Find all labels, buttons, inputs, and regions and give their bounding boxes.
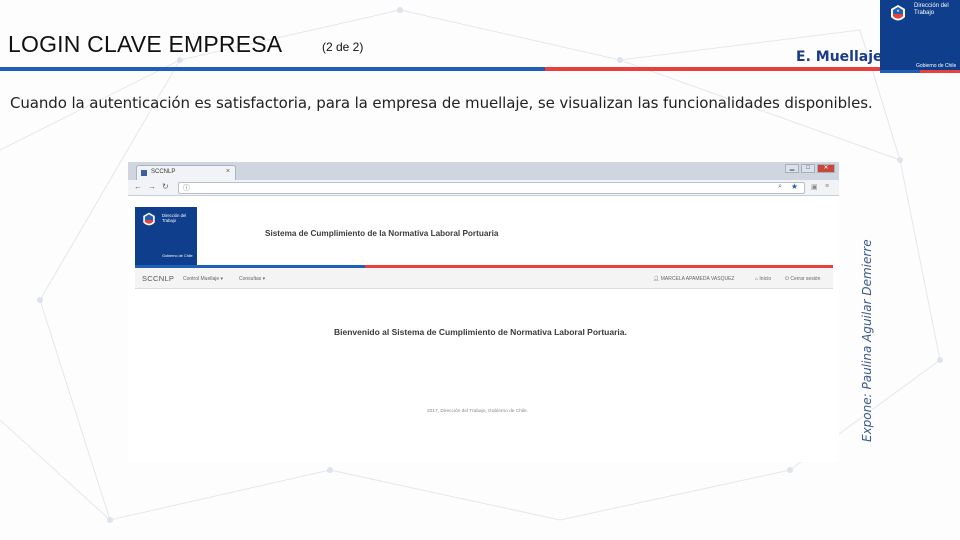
back-icon[interactable]: ← <box>134 182 142 191</box>
direccion-trabajo-logo: Dirección del Trabajo Gobierno de Chile <box>880 0 960 73</box>
star-icon[interactable]: ★ <box>791 182 798 191</box>
minimize-button[interactable]: ▁ <box>785 164 799 173</box>
underline-blue <box>0 67 545 71</box>
site-logo: Dirección del Trabajo Gobierno de Chile <box>135 207 197 265</box>
info-icon[interactable]: ⓘ <box>183 183 190 193</box>
close-window-button[interactable]: ✕ <box>817 164 835 173</box>
menu-icon[interactable]: ≡ <box>825 183 829 190</box>
browser-titlebar: SCCNLP × ▁ □ ✕ <box>128 162 839 180</box>
menu-control-muellaje[interactable]: Control Muellaje ▾ <box>183 276 223 282</box>
tab-title: SCCNLP <box>151 169 176 175</box>
reload-icon[interactable]: ↻ <box>162 182 169 191</box>
tab-close-icon[interactable]: × <box>226 168 230 175</box>
logout-label: Cerrar sesión <box>790 276 821 282</box>
favicon-icon <box>141 170 147 176</box>
welcome-message: Bienvenido al Sistema de Cumplimiento de… <box>334 327 627 337</box>
maximize-button[interactable]: □ <box>801 164 815 173</box>
window-controls: ▁ □ ✕ <box>785 164 835 173</box>
zoom-icon[interactable]: ⌕ <box>778 183 782 191</box>
browser-tab[interactable]: SCCNLP × <box>136 165 236 180</box>
coat-of-arms-icon <box>891 5 905 21</box>
logo-gov: Gobierno de Chile <box>916 63 957 69</box>
section-label: E. Muellaje <box>796 49 883 65</box>
browser-screenshot: SCCNLP × ▁ □ ✕ ← → ↻ ⓘ ⌕ ★ ▣ ≡ Dirección… <box>128 162 839 462</box>
site-coat-of-arms-icon <box>143 212 155 226</box>
user-name: MARCELA APAMEDA VASQUEZ <box>660 276 735 282</box>
intro-text: Cuando la autenticación es satisfactoria… <box>10 94 873 112</box>
slide: LOGIN CLAVE EMPRESA (2 de 2) E. Muellaje… <box>0 0 960 540</box>
menu-consultas[interactable]: Consultas ▾ <box>239 276 265 282</box>
site-title: Sistema de Cumplimiento de la Normativa … <box>265 229 499 238</box>
home-label: Inicio <box>759 276 772 282</box>
slide-title: LOGIN CLAVE EMPRESA <box>8 31 283 57</box>
page-indicator: (2 de 2) <box>322 40 364 54</box>
underline-red <box>545 67 880 71</box>
logout-icon: ⏻ <box>785 276 789 282</box>
home-link[interactable]: ⌂ Inicio <box>755 276 771 282</box>
site-logo-org: Dirección del Trabajo <box>162 213 187 223</box>
site-logo-gov: Gobierno de Chile <box>162 254 193 258</box>
user-icon: 👤︎ <box>653 276 660 282</box>
extension-icon[interactable]: ▣ <box>811 183 818 191</box>
logo-org: Dirección del Trabajo <box>914 3 949 16</box>
site-navbar: SCCNLP Control Muellaje ▾ Consultas ▾ 👤︎… <box>135 268 833 289</box>
forward-icon[interactable]: → <box>148 182 156 191</box>
user-menu[interactable]: 👤︎ MARCELA APAMEDA VASQUEZ <box>653 276 734 282</box>
logo-stripe <box>880 70 960 73</box>
title-underline <box>0 67 880 71</box>
address-bar[interactable]: ⓘ ⌕ ★ <box>178 182 805 194</box>
home-icon: ⌂ <box>755 276 759 282</box>
site-footer: 2017, Dirección del Trabajo, Gobierno de… <box>427 409 529 414</box>
presenter-credit: Expone: Paulina Aguilar Demierre <box>860 239 874 442</box>
browser-toolbar: ← → ↻ ⓘ ⌕ ★ ▣ ≡ <box>128 180 839 196</box>
navbar-brand[interactable]: SCCNLP <box>142 274 174 283</box>
logout-link[interactable]: ⏻ Cerrar sesión <box>785 276 820 282</box>
